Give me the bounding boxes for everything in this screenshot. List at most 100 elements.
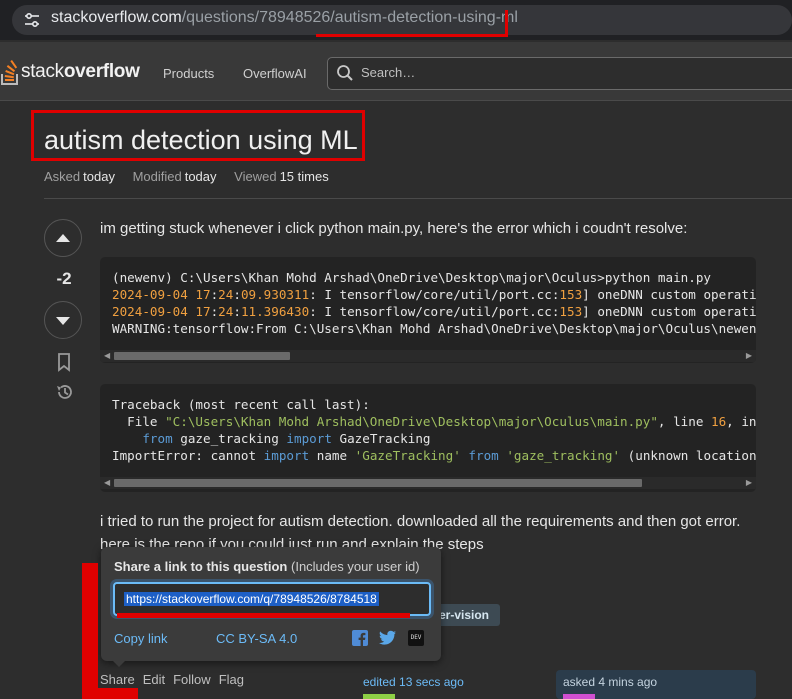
scroll-right-icon[interactable]: ▶: [746, 478, 752, 487]
follow-action[interactable]: Follow: [173, 672, 211, 687]
code-token: 2024-09-04: [112, 287, 196, 302]
annotation-mark: [82, 688, 138, 699]
scroll-right-icon[interactable]: ▶: [746, 351, 752, 360]
code-token: 17: [195, 304, 211, 319]
site-header: stackoverflow Products OverflowAI: [0, 42, 792, 101]
code-block-output-text: (newenv) C:\Users\Khan Mohd Arshad\OneDr…: [112, 269, 756, 337]
code-token: name: [309, 448, 355, 463]
edited-timestamp[interactable]: edited 13 secs ago: [363, 675, 464, 689]
code-token: 'GazeTracking': [354, 448, 461, 463]
edit-action[interactable]: Edit: [143, 672, 165, 687]
share-title: Share a link to this question (Includes …: [114, 559, 420, 574]
question-intro: im getting stuck whenever i click python…: [100, 220, 688, 237]
code-token: 16: [711, 414, 727, 429]
twitter-icon[interactable]: [379, 630, 397, 646]
scroll-left-icon[interactable]: ◀: [104, 351, 110, 360]
post-actions: Share Edit Follow Flag: [100, 672, 252, 687]
code-token: , line: [657, 414, 711, 429]
code-token: , in <module>: [726, 414, 756, 429]
url-host: stackoverflow.com: [51, 9, 182, 26]
dev-icon[interactable]: DEV: [408, 630, 424, 646]
url-path: /questions/78948526/autism-detection-usi…: [181, 9, 518, 26]
search-icon: [337, 65, 353, 81]
share-popover: Share a link to this question (Includes …: [101, 547, 441, 661]
scrollbar-thumb[interactable]: [114, 352, 290, 360]
code-token: 11.396430: [240, 304, 310, 319]
code-token: ] oneDNN custom operations are on.: [582, 304, 756, 319]
code-token: from: [468, 448, 499, 463]
owner-avatar[interactable]: [563, 694, 595, 699]
share-subtitle: (Includes your user id): [291, 559, 420, 574]
logo-prefix: stack: [21, 61, 64, 82]
code-token: File: [112, 414, 166, 429]
code-token: ] oneDNN custom operations are on.: [582, 287, 756, 302]
annotation-underline: [117, 613, 410, 618]
code-token: : I tensorflow/core/util/port.cc:: [309, 287, 560, 302]
scroll-left-icon[interactable]: ◀: [104, 478, 110, 487]
question-outro: i tried to run the project for autism de…: [100, 513, 741, 530]
meta-modified-label: Modified: [132, 169, 182, 184]
share-title-text: Share a link to this question: [114, 559, 288, 574]
annotation-mark: [505, 10, 508, 37]
facebook-icon[interactable]: [352, 630, 368, 646]
share-url-selected[interactable]: https://stackoverflow.com/q/78948526/878…: [124, 592, 379, 606]
history-icon[interactable]: [55, 382, 75, 402]
code-token: "C:\Users\Khan Mohd Arshad\OneDrive\Desk…: [165, 414, 658, 429]
horizontal-scrollbar[interactable]: ◀ ▶: [100, 477, 756, 489]
divider: [44, 198, 792, 199]
code-line: (newenv) C:\Users\Khan Mohd Arshad\OneDr…: [112, 270, 711, 285]
search-input[interactable]: [359, 64, 763, 81]
nav-products[interactable]: Products: [163, 66, 214, 81]
code-token: 153: [559, 287, 583, 302]
upvote-button[interactable]: [44, 219, 82, 257]
logo-wordmark[interactable]: stackoverflow: [21, 61, 140, 83]
address-url[interactable]: stackoverflow.com/questions/78948526/aut…: [51, 9, 518, 27]
code-block-traceback: Traceback (most recent call last): File …: [100, 384, 756, 492]
share-url-input[interactable]: https://stackoverflow.com/q/78948526/878…: [113, 582, 431, 616]
asked-timestamp[interactable]: asked 4 mins ago: [563, 675, 657, 689]
search-box[interactable]: [327, 57, 792, 90]
code-block-output: (newenv) C:\Users\Khan Mohd Arshad\OneDr…: [100, 257, 756, 363]
code-token: import: [286, 431, 332, 446]
meta-asked-value: today: [83, 169, 115, 184]
code-token: 'gaze_tracking': [506, 448, 621, 463]
code-token: : I tensorflow/core/util/port.cc:: [309, 304, 560, 319]
editor-avatar[interactable]: [363, 694, 395, 699]
site-settings-icon[interactable]: [22, 10, 42, 30]
code-line: WARNING:tensorflow:From C:\Users\Khan Mo…: [112, 321, 756, 336]
code-token: (unknown location): [620, 448, 756, 463]
vote-count: -2: [56, 269, 72, 288]
scrollbar-thumb[interactable]: [114, 479, 642, 487]
horizontal-scrollbar[interactable]: ◀ ▶: [100, 350, 756, 362]
nav-overflowai[interactable]: OverflowAI: [243, 66, 307, 81]
license-link[interactable]: CC BY-SA 4.0: [216, 631, 297, 646]
meta-modified-value[interactable]: today: [185, 169, 217, 184]
annotation-mark: [82, 563, 98, 699]
code-token: 17: [195, 287, 211, 302]
code-token: 2024-09-04: [112, 304, 196, 319]
meta-viewed-label: Viewed: [234, 169, 277, 184]
code-token: 24: [218, 304, 234, 319]
question-title[interactable]: autism detection using ML: [44, 125, 358, 156]
code-token: gaze_tracking: [172, 431, 287, 446]
code-token: import: [263, 448, 310, 463]
share-action[interactable]: Share: [100, 672, 135, 687]
code-block-traceback-text: Traceback (most recent call last): File …: [112, 396, 756, 464]
code-token: 09.930311: [240, 287, 310, 302]
stackoverflow-logo-icon[interactable]: [0, 56, 22, 88]
flag-action[interactable]: Flag: [219, 672, 244, 687]
code-token: GazeTracking: [331, 431, 431, 446]
bookmark-icon[interactable]: [55, 352, 73, 372]
logo-suffix: overflow: [63, 61, 140, 82]
downvote-button[interactable]: [44, 301, 82, 339]
annotation-underline: [316, 34, 508, 37]
code-token: 153: [559, 304, 583, 319]
code-line: Traceback (most recent call last):: [112, 397, 370, 412]
question-meta: Asked today Modified today Viewed 15 times: [44, 169, 343, 184]
browser-toolbar: stackoverflow.com/questions/78948526/aut…: [0, 0, 792, 40]
code-token: ImportError: cannot: [112, 448, 264, 463]
code-token: 24: [218, 287, 234, 302]
code-token: from: [142, 431, 173, 446]
copy-link-button[interactable]: Copy link: [114, 631, 167, 646]
